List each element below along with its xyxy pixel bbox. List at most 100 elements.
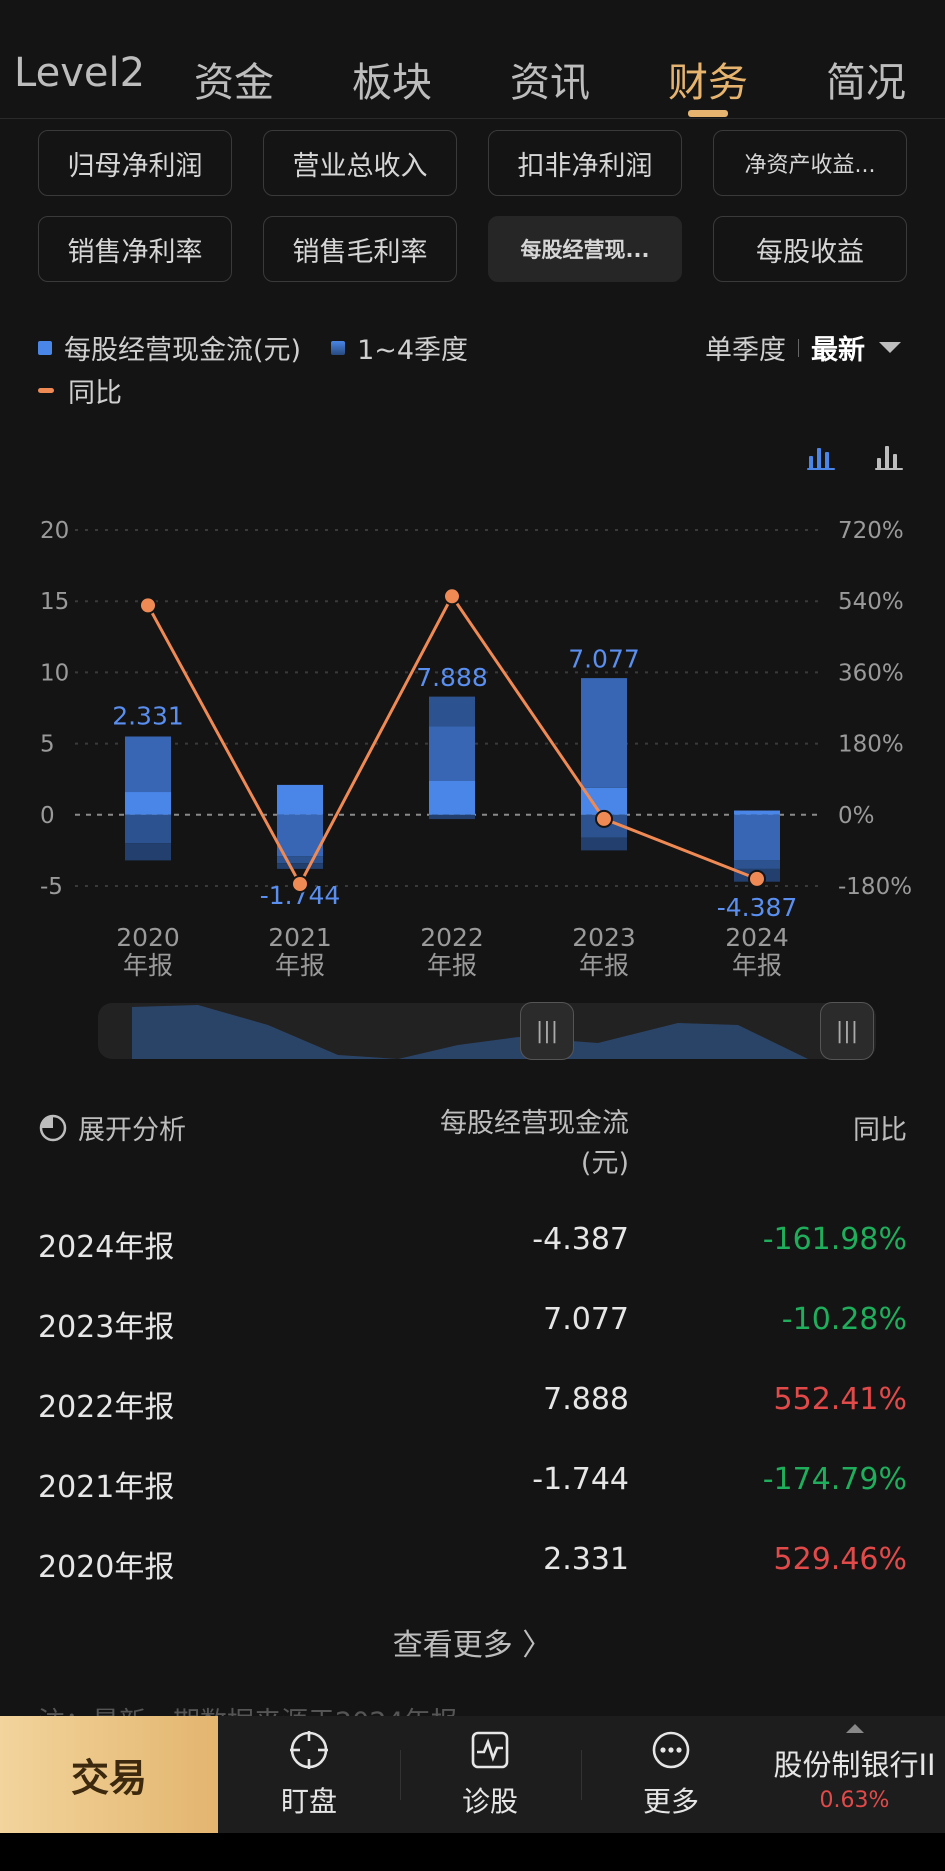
nav-watch-label: 盯盘 (280, 1785, 337, 1818)
period-toggle[interactable]: 单季度 (705, 328, 786, 367)
bar-value-label: -4.387 (717, 893, 798, 922)
legend-swatch-yoy (38, 388, 54, 393)
sector-change: 0.63% (819, 1788, 890, 1813)
x-tick-label: 2023 (572, 923, 636, 952)
nav-more[interactable]: 更多 (596, 1716, 746, 1833)
tab-sector[interactable]: 板块 (352, 50, 432, 108)
tab-profile[interactable]: 简况 (826, 50, 906, 108)
nav-diagnose-label: 诊股 (461, 1785, 518, 1818)
nav-watch[interactable]: 盯盘 (234, 1716, 384, 1833)
sort-dropdown[interactable]: 最新 (811, 328, 865, 367)
chart-controls: 单季度 最新 (705, 328, 901, 367)
bar-chart-icon[interactable] (875, 444, 905, 470)
bottom-action-bar: 交易 盯盘 诊股 更多 股份制银行II 0.63% (0, 1716, 945, 1833)
y-tick-label: 5 (40, 732, 55, 758)
stacked-bar-icon[interactable] (807, 444, 837, 470)
legend-swatch-cashflow (38, 340, 52, 355)
expand-analysis-button[interactable]: 展开分析 (38, 1108, 186, 1147)
table-row[interactable]: 2023年报 7.077 -10.28% (0, 1280, 945, 1360)
row-value: -4.387 (532, 1222, 629, 1257)
nav-diagnose[interactable]: 诊股 (415, 1716, 565, 1833)
nav-divider (581, 1750, 582, 1800)
chart-legend: 每股经营现金流(元) 1~4季度 (38, 328, 468, 367)
quarter-bar-segment (429, 696, 475, 727)
yoy-point (595, 809, 613, 828)
y-tick-label: -5 (40, 874, 63, 900)
slider-overview-sparkline (132, 1005, 808, 1059)
quarter-bar-segment (277, 814, 323, 857)
x-tick-label: 2022 (420, 923, 484, 952)
row-value: 7.077 (543, 1302, 629, 1337)
metric-chip-gross-margin[interactable]: 销售毛利率 (263, 216, 457, 282)
metric-chip-net-margin[interactable]: 销售净利率 (38, 216, 232, 282)
yoy-point (443, 587, 461, 606)
row-yoy: 552.41% (773, 1382, 907, 1417)
metric-chip-net-profit[interactable]: 归母净利润 (38, 130, 232, 196)
quarter-bar-segment (125, 843, 171, 861)
column-header-value-title: 每股经营现金流 (440, 1108, 629, 1139)
sector-ticker[interactable]: 股份制银行II 0.63% (764, 1716, 945, 1833)
quarter-bar-segment (277, 784, 323, 815)
column-header-value: 每股经营现金流 (元) (440, 1104, 629, 1184)
quarter-bar-segment (734, 860, 780, 869)
quarter-bar-segment (429, 780, 475, 815)
row-yoy: -161.98% (762, 1222, 907, 1257)
x-tick-label: 年报 (579, 951, 629, 980)
crosshair-icon (290, 1731, 328, 1769)
quarter-bar-segment (581, 678, 627, 788)
controls-divider (798, 338, 799, 357)
trade-button[interactable]: 交易 (0, 1716, 218, 1833)
quarter-bar-segment (125, 792, 171, 815)
row-period: 2023年报 (38, 1310, 175, 1345)
slider-left-handle[interactable]: ||| (520, 1002, 574, 1060)
x-tick-label: 2024 (725, 923, 789, 952)
bar-value-label: 2.331 (112, 701, 184, 730)
quarter-bar-segment (125, 736, 171, 793)
active-tab-indicator (688, 110, 728, 117)
quarter-bar-segment (734, 814, 780, 861)
tab-finance[interactable]: 财务 (668, 50, 748, 108)
chevron-down-icon[interactable] (879, 342, 901, 353)
view-more-link[interactable]: 查看更多 〉 (0, 1620, 945, 1664)
row-period: 2021年报 (38, 1470, 175, 1505)
chart-range-slider[interactable] (98, 1003, 876, 1059)
chevron-up-icon[interactable] (846, 1724, 864, 1733)
metric-chip-roe[interactable]: 净资产收益... (713, 130, 907, 196)
y-tick-label: 15 (40, 589, 69, 615)
row-value: -1.744 (532, 1462, 629, 1497)
y-tick-label: 0 (40, 803, 55, 829)
quarter-bar-segment (429, 814, 475, 820)
bar-value-label: 7.077 (568, 645, 640, 674)
metric-chip-revenue[interactable]: 营业总收入 (263, 130, 457, 196)
metric-chip-deducted-profit[interactable]: 扣非净利润 (488, 130, 682, 196)
tab-level2[interactable]: Level2 (14, 50, 145, 96)
row-yoy: -174.79% (762, 1462, 907, 1497)
tab-funds[interactable]: 资金 (194, 50, 274, 108)
metric-chip-eps[interactable]: 每股收益 (713, 216, 907, 282)
quarter-bar-segment (125, 814, 171, 844)
row-yoy: -10.28% (781, 1302, 907, 1337)
column-header-value-unit: (元) (580, 1148, 629, 1179)
system-gesture-bar (0, 1833, 945, 1871)
expand-analysis-label: 展开分析 (78, 1115, 186, 1146)
table-row[interactable]: 2020年报 2.331 529.46% (0, 1520, 945, 1600)
x-tick-label: 2021 (268, 923, 332, 952)
slider-right-handle[interactable]: ||| (820, 1002, 874, 1060)
top-tab-bar: Level2 资金 板块 资讯 财务 简况 (0, 0, 945, 119)
pulse-chart-icon (471, 1731, 509, 1769)
table-row[interactable]: 2021年报 -1.744 -174.79% (0, 1440, 945, 1520)
row-period: 2024年报 (38, 1230, 175, 1265)
tab-news[interactable]: 资讯 (510, 50, 590, 108)
metric-chip-op-cashflow-per-share[interactable]: 每股经营现... (488, 216, 682, 282)
yoy-point (139, 596, 157, 615)
x-tick-label: 年报 (123, 951, 173, 980)
yoy-point (291, 874, 309, 893)
nav-more-label: 更多 (642, 1785, 699, 1818)
y2-tick-label: 360% (838, 660, 904, 686)
nav-divider (400, 1750, 401, 1800)
table-row[interactable]: 2024年报 -4.387 -161.98% (0, 1200, 945, 1280)
quarter-bar-segment (277, 863, 323, 869)
legend-swatch-quarters (331, 340, 346, 355)
quarter-bar-segment (734, 810, 780, 815)
table-row[interactable]: 2022年报 7.888 552.41% (0, 1360, 945, 1440)
